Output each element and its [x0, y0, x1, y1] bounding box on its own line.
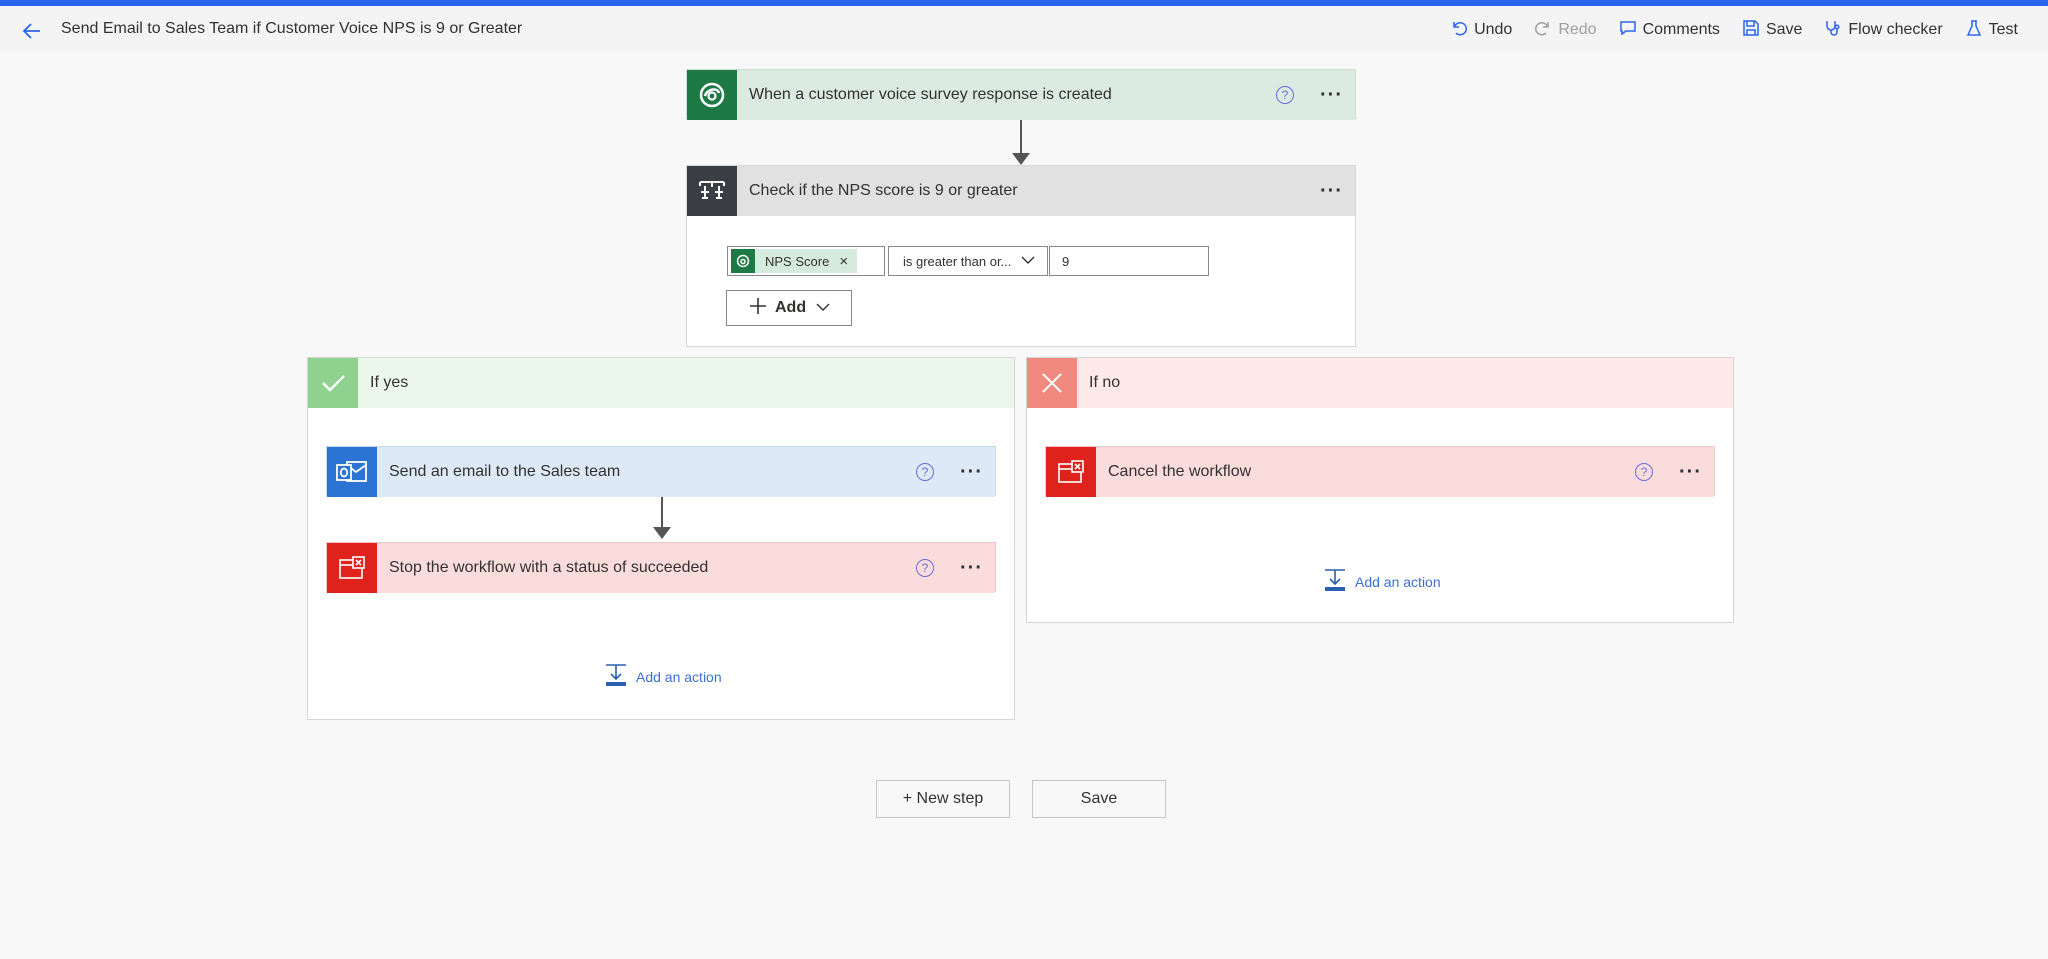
cancel-workflow-card[interactable]: Cancel the workflow ? ···	[1045, 446, 1715, 497]
condition-card: Check if the NPS score is 9 or greater ·…	[686, 165, 1356, 347]
help-icon[interactable]: ?	[916, 463, 935, 481]
add-action-yes[interactable]: Add an action	[604, 663, 722, 690]
more-options-icon[interactable]: ···	[960, 461, 983, 484]
comments-button[interactable]: Comments	[1619, 19, 1720, 42]
stethoscope-icon	[1824, 19, 1842, 42]
add-action-icon	[604, 663, 628, 690]
chevron-down-icon	[816, 299, 830, 317]
token-remove-icon[interactable]: ×	[839, 253, 848, 270]
condition-left-operand[interactable]: NPS Score ×	[727, 246, 885, 276]
stop-workflow-title: Stop the workflow with a status of succe…	[389, 559, 709, 576]
condition-card-header[interactable]: Check if the NPS score is 9 or greater ·…	[687, 166, 1355, 216]
more-options-icon[interactable]: ···	[1320, 180, 1343, 203]
if-yes-title: If yes	[370, 374, 409, 391]
operator-value: is greater than or...	[903, 253, 1012, 269]
undo-icon	[1450, 19, 1468, 42]
add-label: Add	[775, 299, 807, 316]
outlook-icon	[327, 447, 377, 497]
condition-value: 9	[1062, 253, 1070, 269]
save-label: Save	[1765, 21, 1803, 38]
beaker-icon	[1965, 19, 1983, 42]
undo-label: Undo	[1474, 21, 1513, 38]
add-action-icon	[1323, 568, 1347, 595]
condition-value-input[interactable]: 9	[1049, 246, 1209, 276]
more-options-icon[interactable]: ···	[960, 557, 983, 580]
customer-voice-icon	[731, 249, 755, 273]
if-yes-branch: If yes Send an email to the Sales team ?…	[307, 357, 1015, 720]
trigger-card[interactable]: When a customer voice survey response is…	[686, 69, 1356, 120]
chevron-down-icon	[1021, 252, 1035, 270]
cancel-workflow-title: Cancel the workflow	[1108, 463, 1252, 480]
add-condition-button[interactable]: Add	[726, 290, 852, 326]
more-options-icon[interactable]: ···	[1679, 461, 1702, 484]
help-icon[interactable]: ?	[1276, 86, 1295, 104]
help-icon[interactable]: ?	[1635, 463, 1654, 481]
add-action-no[interactable]: Add an action	[1323, 568, 1441, 595]
comments-label: Comments	[1642, 21, 1720, 38]
terminate-icon	[1046, 447, 1096, 497]
stop-workflow-header[interactable]: Stop the workflow with a status of succe…	[327, 543, 995, 593]
undo-button[interactable]: Undo	[1450, 19, 1512, 42]
checkmark-icon	[308, 358, 358, 408]
close-icon	[1027, 358, 1077, 408]
send-email-card[interactable]: Send an email to the Sales team ? ···	[326, 446, 996, 497]
save-button[interactable]: Save	[1032, 780, 1166, 818]
token-label: NPS Score	[765, 253, 830, 269]
help-icon[interactable]: ?	[916, 559, 935, 577]
save-icon	[1742, 19, 1760, 42]
test-button[interactable]: Test	[1965, 19, 2018, 42]
if-no-header[interactable]: If no	[1027, 358, 1733, 408]
add-action-label: Add an action	[636, 668, 722, 685]
if-no-title: If no	[1089, 374, 1121, 391]
if-no-branch: If no Cancel the workflow ? ··· Add an a…	[1026, 357, 1734, 623]
trigger-title: When a customer voice survey response is…	[749, 86, 1112, 103]
send-email-title: Send an email to the Sales team	[389, 463, 621, 480]
flow-checker-label: Flow checker	[1848, 21, 1943, 38]
add-action-label: Add an action	[1355, 573, 1441, 590]
redo-icon	[1534, 19, 1552, 42]
send-email-header[interactable]: Send an email to the Sales team ? ···	[327, 447, 995, 497]
redo-label: Redo	[1558, 21, 1597, 38]
connector-arrow-icon	[1012, 153, 1030, 165]
flow-title: Send Email to Sales Team if Customer Voi…	[61, 20, 523, 37]
flow-checker-button[interactable]: Flow checker	[1824, 19, 1943, 42]
back-arrow-icon[interactable]	[20, 19, 44, 43]
condition-title: Check if the NPS score is 9 or greater	[749, 182, 1018, 199]
header-bar: Send Email to Sales Team if Customer Voi…	[0, 6, 2048, 52]
connector-arrow-icon	[653, 527, 671, 539]
condition-operator-select[interactable]: is greater than or...	[888, 246, 1048, 276]
new-step-button[interactable]: + New step	[876, 780, 1010, 818]
test-label: Test	[1988, 21, 2018, 38]
condition-icon	[687, 166, 737, 216]
comment-icon	[1619, 19, 1637, 42]
terminate-icon	[327, 543, 377, 593]
plus-icon	[749, 297, 767, 320]
customer-voice-icon	[687, 70, 737, 120]
save-toolbar-button[interactable]: Save	[1742, 19, 1802, 42]
trigger-card-header[interactable]: When a customer voice survey response is…	[687, 70, 1355, 120]
cancel-workflow-header[interactable]: Cancel the workflow ? ···	[1046, 447, 1714, 497]
more-options-icon[interactable]: ···	[1320, 84, 1343, 107]
dynamic-content-token[interactable]: NPS Score ×	[731, 249, 857, 273]
if-yes-header[interactable]: If yes	[308, 358, 1014, 408]
redo-button[interactable]: Redo	[1534, 19, 1597, 42]
command-toolbar: Undo Redo Comments Save Flow checker Tes…	[1450, 14, 2018, 46]
stop-workflow-card[interactable]: Stop the workflow with a status of succe…	[326, 542, 996, 593]
